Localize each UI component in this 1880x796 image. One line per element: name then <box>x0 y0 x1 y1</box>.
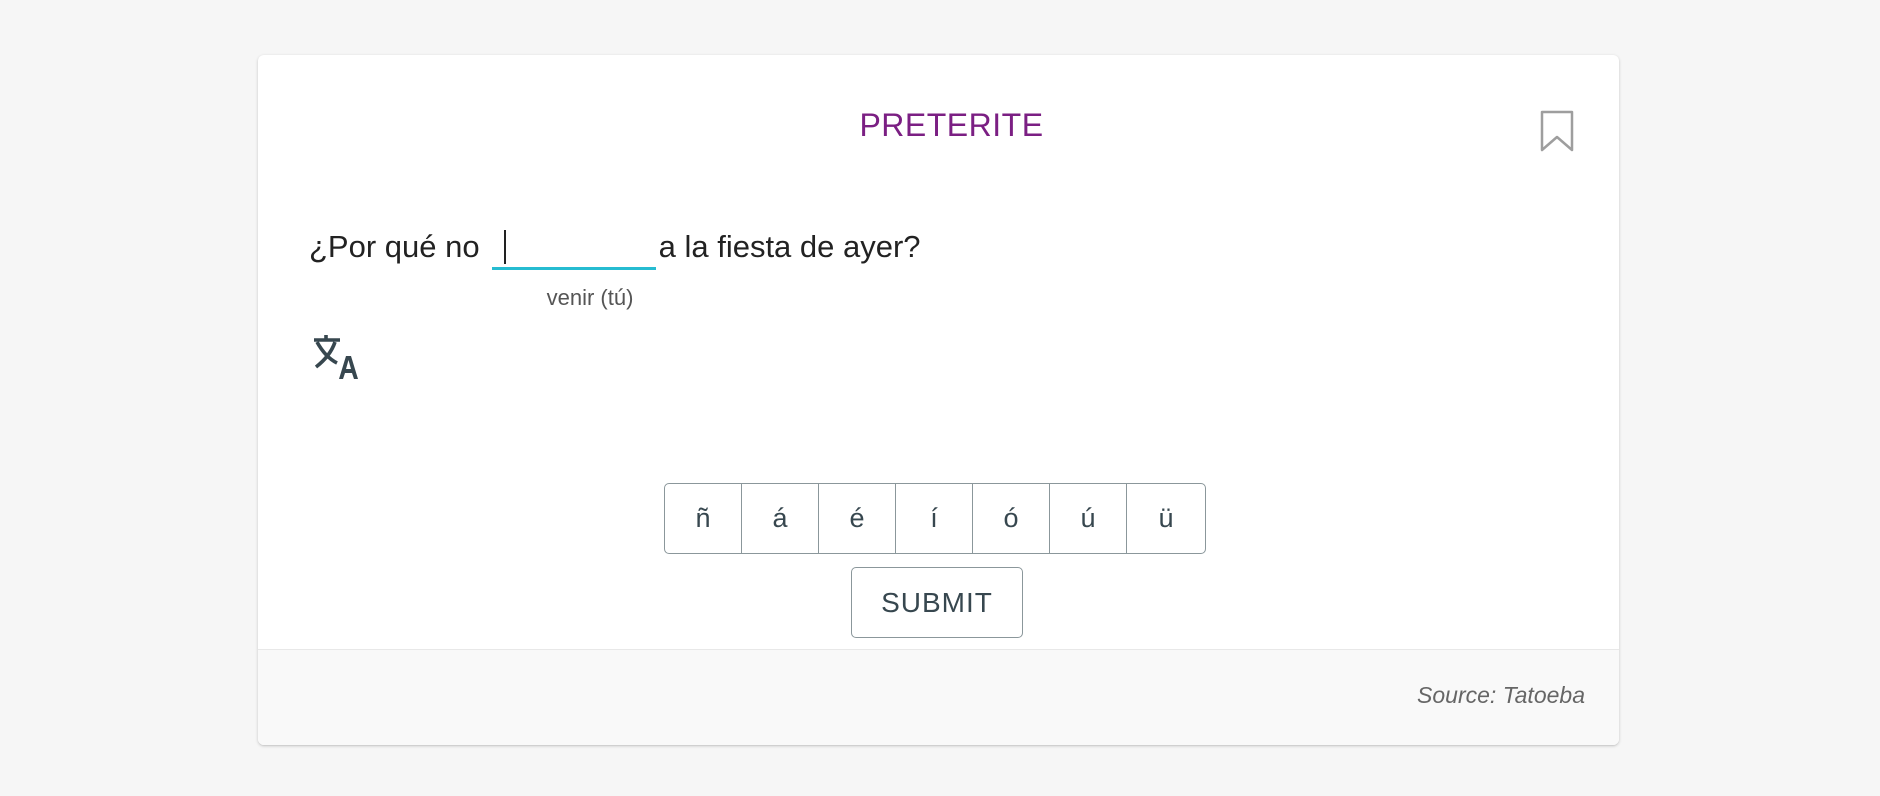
source-attribution: Source: Tatoeba <box>1417 682 1585 708</box>
accent-key-e-acute[interactable]: é <box>819 484 896 553</box>
accent-key-a-acute[interactable]: á <box>742 484 819 553</box>
accent-keyboard: ñ á é í ó ú ü <box>664 483 1206 554</box>
card-body: PRETERITE ¿Por qué no a la fiesta de aye… <box>258 55 1619 649</box>
accent-key-o-acute[interactable]: ó <box>973 484 1050 553</box>
accent-key-u-acute[interactable]: ú <box>1050 484 1127 553</box>
translate-icon[interactable] <box>313 334 363 384</box>
accent-key-n-tilde[interactable]: ñ <box>665 484 742 553</box>
exercise-sentence: ¿Por qué no a la fiesta de ayer? <box>309 223 921 273</box>
accent-key-u-diaeresis[interactable]: ü <box>1127 484 1205 553</box>
accent-key-i-acute[interactable]: í <box>896 484 973 553</box>
sentence-before-text: ¿Por qué no <box>309 229 480 264</box>
submit-button[interactable]: SUBMIT <box>851 567 1023 638</box>
tense-title: PRETERITE <box>859 107 1044 143</box>
bookmark-icon[interactable] <box>1540 110 1574 152</box>
verb-hint-label: venir (tú) <box>546 285 634 310</box>
answer-field-wrapper <box>491 223 656 273</box>
exercise-card: PRETERITE ¿Por qué no a la fiesta de aye… <box>258 55 1619 745</box>
sentence-after-text: a la fiesta de ayer? <box>658 229 921 264</box>
answer-input[interactable] <box>491 223 656 270</box>
card-footer: Source: Tatoeba <box>258 649 1619 745</box>
text-caret <box>503 230 506 264</box>
